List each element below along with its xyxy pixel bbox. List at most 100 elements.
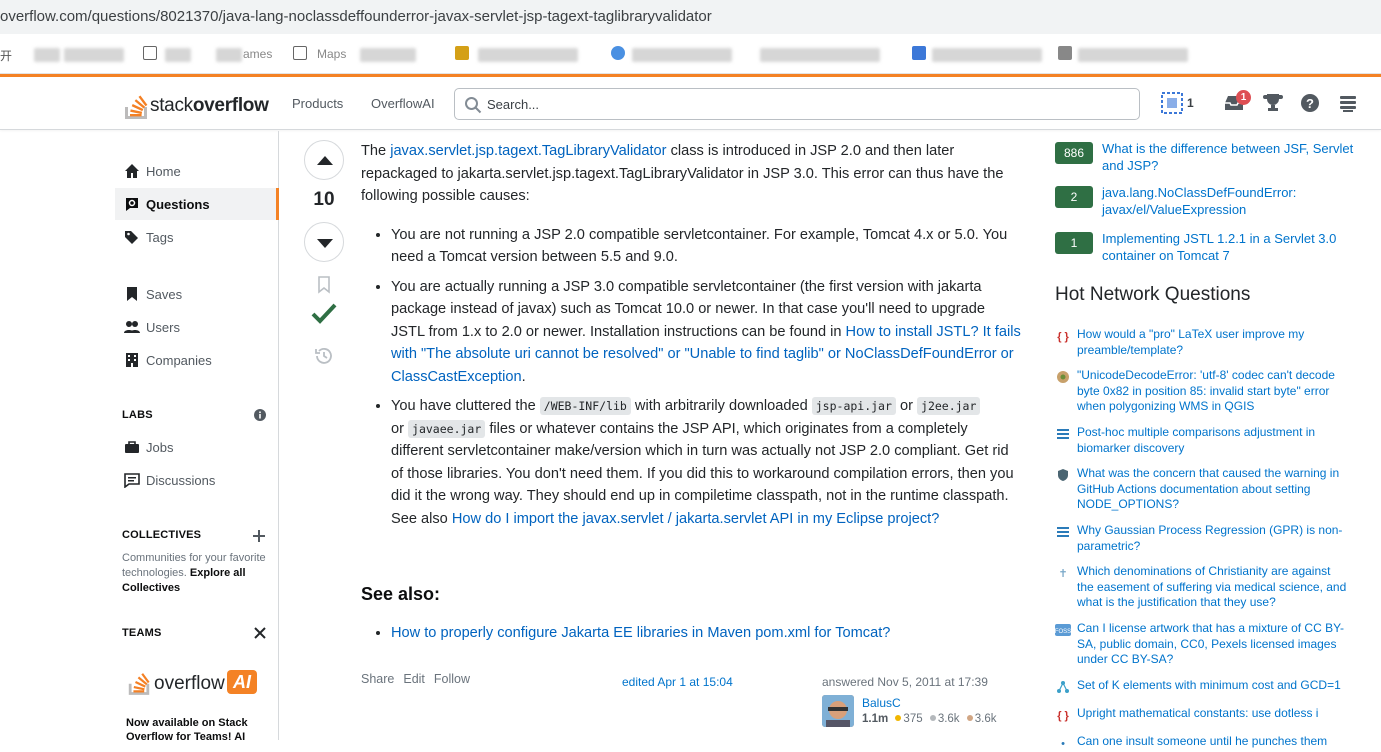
user-reputation[interactable]: 1: [1187, 96, 1194, 110]
import-servlet-api-link[interactable]: How do I import the javax.servlet / jaka…: [452, 511, 939, 527]
sidebar-item-jobs[interactable]: Jobs: [115, 431, 279, 463]
svg-text:FOSS: FOSS: [1055, 629, 1071, 635]
plus-icon[interactable]: [253, 530, 265, 542]
related-title[interactable]: java.lang.NoClassDefFoundError: javax/el…: [1102, 184, 1362, 218]
upvote-button[interactable]: [304, 140, 344, 180]
bookmark-icon[interactable]: [316, 276, 332, 294]
silver-badge-icon: [929, 715, 936, 721]
bookmark-blurred[interactable]: [478, 48, 578, 62]
hnq-title[interactable]: Upright mathematical constants: use dotl…: [1077, 706, 1349, 722]
see-also-heading: See also:: [361, 584, 441, 604]
bookmark-blurred[interactable]: [360, 48, 416, 62]
history-icon[interactable]: [314, 346, 334, 366]
gis-icon: [1055, 370, 1071, 386]
hnq-title[interactable]: Set of K elements with minimum cost and …: [1077, 678, 1349, 694]
users-icon: [124, 321, 140, 333]
sidebar-item-label: Tags: [146, 230, 174, 245]
achievements-reputation-icon[interactable]: [1160, 91, 1184, 115]
hnq-title[interactable]: Which denominations of Christianity are …: [1077, 564, 1349, 611]
overflow-ai-logo[interactable]: overflow AI: [126, 666, 266, 698]
bookmark-blurred[interactable]: [165, 48, 191, 62]
related-title[interactable]: Implementing JSTL 1.2.1 in a Servlet 3.0…: [1102, 230, 1362, 264]
sidebar-item-questions[interactable]: Questions: [115, 188, 279, 220]
close-icon[interactable]: [254, 627, 266, 639]
bookmark-label[interactable]: 开: [0, 47, 12, 64]
related-title[interactable]: What is the difference between JSF, Serv…: [1102, 140, 1362, 174]
arrow-down-icon: [317, 239, 333, 248]
info-icon[interactable]: [254, 409, 266, 421]
hnq-title[interactable]: How would a "pro" LaTeX user improve my …: [1077, 327, 1349, 358]
sidebar-item-label: Jobs: [146, 440, 174, 455]
maps-icon: [293, 46, 307, 60]
bookmark-blurred[interactable]: [216, 48, 242, 62]
briefcase-icon: [125, 441, 139, 453]
downvote-button[interactable]: [304, 222, 344, 262]
sidebar-item-home[interactable]: Home: [115, 155, 279, 187]
inline-code: javaee.jar: [408, 419, 486, 438]
taglibraryvalidator-link[interactable]: javax.servlet.jsp.tagext.TagLibraryValid…: [390, 143, 666, 159]
share-link[interactable]: Share: [361, 672, 394, 686]
user-reputation-badges: 1.1m 375 3.6k 3.6k: [862, 713, 997, 725]
tex-icon: { }: [1057, 331, 1069, 343]
url-text: overflow.com/questions/8021370/java-lang…: [0, 8, 712, 25]
security-icon: [1055, 468, 1071, 484]
bookmark-blurred[interactable]: [932, 48, 1042, 62]
stats-icon: [1055, 427, 1071, 443]
related-score: 1: [1055, 232, 1093, 254]
vote-count: 10: [313, 189, 335, 210]
tex-icon: { }: [1057, 710, 1069, 722]
sidebar-item-label: Discussions: [146, 473, 216, 488]
sidebar-item-saves[interactable]: Saves: [115, 278, 279, 310]
hnq-title[interactable]: Can I license artwork that has a mixture…: [1077, 621, 1349, 668]
ai-badge: AI: [227, 670, 257, 694]
edit-link[interactable]: Edit: [403, 672, 425, 686]
sidebar-item-discussions[interactable]: Discussions: [115, 464, 279, 496]
christianity-icon: ✝: [1058, 568, 1068, 580]
nav-products[interactable]: Products: [292, 96, 343, 111]
bookmark-blurred[interactable]: [632, 48, 732, 62]
address-bar[interactable]: overflow.com/questions/8021370/java-lang…: [0, 0, 1381, 34]
collectives-description: Communities for your favorite technologi…: [122, 552, 266, 594]
edited-timestamp[interactable]: edited Apr 1 at 15:04: [622, 675, 733, 689]
help-icon[interactable]: ?: [1298, 91, 1322, 115]
overflow-ai-wordmark: overflow: [154, 673, 225, 694]
labs-heading: LABS: [122, 409, 153, 421]
search-box[interactable]: [454, 88, 1140, 120]
bookmark-blurred[interactable]: [1078, 48, 1188, 62]
hnq-title[interactable]: Post-hoc multiple comparisons adjustment…: [1077, 425, 1349, 456]
bronze-badge-icon: [966, 715, 973, 721]
sidebar-item-companies[interactable]: Companies: [115, 344, 279, 376]
jakarta-maven-link[interactable]: How to properly configure Jakarta EE lib…: [391, 625, 890, 641]
bookmarks-bar: 开 ames Maps: [0, 34, 1381, 74]
sidebar-item-label: Questions: [146, 197, 210, 212]
gold-badge-icon: [895, 715, 902, 721]
opensource-icon: FOSS: [1055, 623, 1071, 639]
hnq-title[interactable]: Why Gaussian Process Regression (GPR) is…: [1077, 523, 1349, 554]
hnq-title[interactable]: "UnicodeDecodeError: 'utf-8' codec can't…: [1077, 368, 1349, 415]
sidebar-item-label: Users: [146, 320, 180, 335]
bookmark-icon: [1058, 46, 1072, 60]
arrow-up-icon: [317, 156, 333, 165]
post-menu: Share Edit Follow: [361, 672, 479, 686]
bookmark-label[interactable]: Maps: [317, 47, 346, 61]
user-name[interactable]: BalusC: [862, 696, 901, 710]
avatar[interactable]: [822, 695, 854, 727]
bookmark-blurred[interactable]: [34, 48, 60, 62]
sidebar-item-users[interactable]: Users: [115, 311, 279, 343]
nav-overflowai[interactable]: OverflowAI: [371, 96, 435, 111]
hnq-title[interactable]: What was the concern that caused the war…: [1077, 466, 1349, 513]
stackoverflow-logo[interactable]: stackoverflow: [122, 86, 272, 120]
bookmark-icon: [127, 287, 137, 301]
list-item: You are actually running a JSP 3.0 compa…: [391, 276, 1021, 389]
bookmark-icon: [912, 46, 926, 60]
bookmark-blurred[interactable]: [64, 48, 124, 62]
sidebar-item-label: Saves: [146, 287, 183, 302]
site-switcher-icon[interactable]: [1336, 91, 1360, 115]
bookmark-label[interactable]: ames: [243, 47, 272, 61]
sidebar-item-tags[interactable]: Tags: [115, 221, 279, 253]
follow-link[interactable]: Follow: [434, 672, 470, 686]
trophy-icon[interactable]: [1261, 91, 1285, 115]
hnq-title[interactable]: Can one insult someone until he punches …: [1077, 734, 1349, 750]
search-input[interactable]: [487, 94, 1127, 114]
bookmark-blurred[interactable]: [760, 48, 880, 62]
